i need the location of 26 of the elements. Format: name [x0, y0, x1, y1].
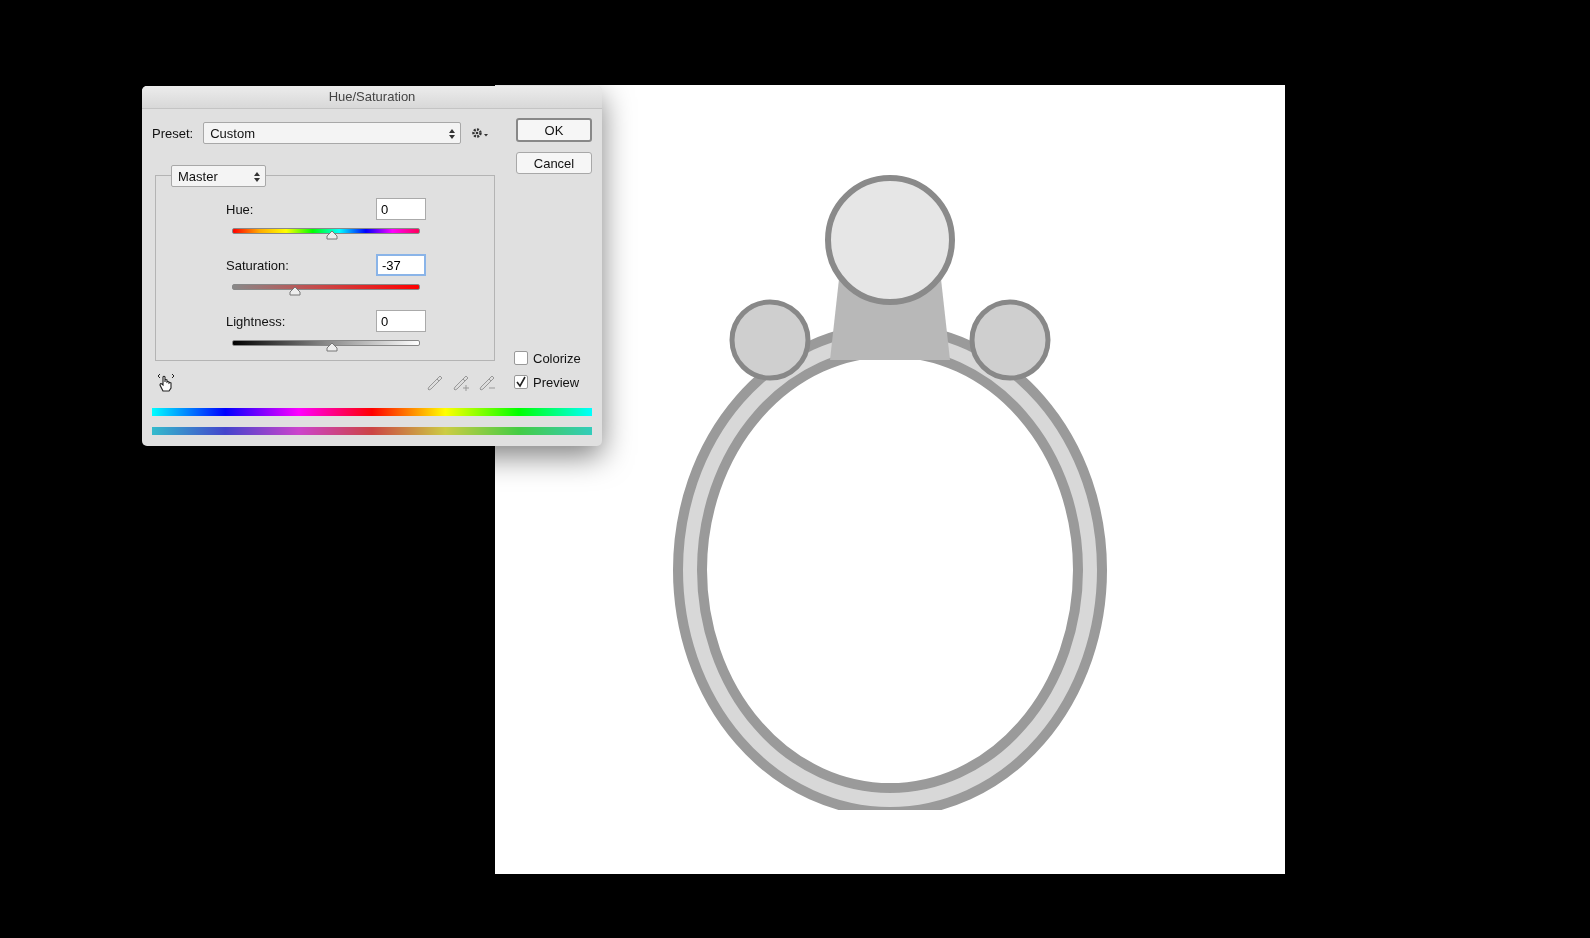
option-checkbox[interactable]: Preview — [514, 370, 581, 394]
slider-label: Saturation: — [226, 257, 289, 273]
slider-thumb[interactable] — [289, 286, 301, 296]
preset-label: Preset: — [152, 125, 194, 141]
settings-icon[interactable] — [471, 127, 490, 139]
checkbox[interactable] — [514, 351, 528, 365]
preset-dropdown[interactable]: Custom — [203, 122, 462, 144]
eyedropper-icon[interactable] — [478, 374, 496, 392]
dialog-title: Hue/Saturation — [142, 86, 602, 109]
option-checkbox[interactable]: Colorize — [514, 346, 581, 370]
eyedropper-icon[interactable] — [426, 374, 444, 392]
hand-icon[interactable] — [156, 373, 176, 393]
updown-arrows-icon — [449, 129, 456, 139]
value-field[interactable]: 0 — [376, 310, 426, 332]
eyedropper-icon[interactable] — [452, 374, 470, 392]
channel-dropdown[interactable]: Master — [171, 165, 266, 187]
checkbox[interactable] — [514, 375, 528, 389]
slider-thumb[interactable] — [326, 230, 338, 240]
slider-label: Lightness: — [226, 313, 286, 329]
updown-arrows-icon — [254, 172, 260, 182]
value-field[interactable]: -37 — [376, 254, 426, 276]
slider-label: Hue: — [226, 201, 254, 217]
slider-thumb[interactable] — [326, 342, 338, 352]
dialog-button[interactable]: OK — [516, 118, 592, 142]
value-field[interactable]: 0 — [376, 198, 426, 220]
dialog-button[interactable]: Cancel — [516, 152, 592, 174]
